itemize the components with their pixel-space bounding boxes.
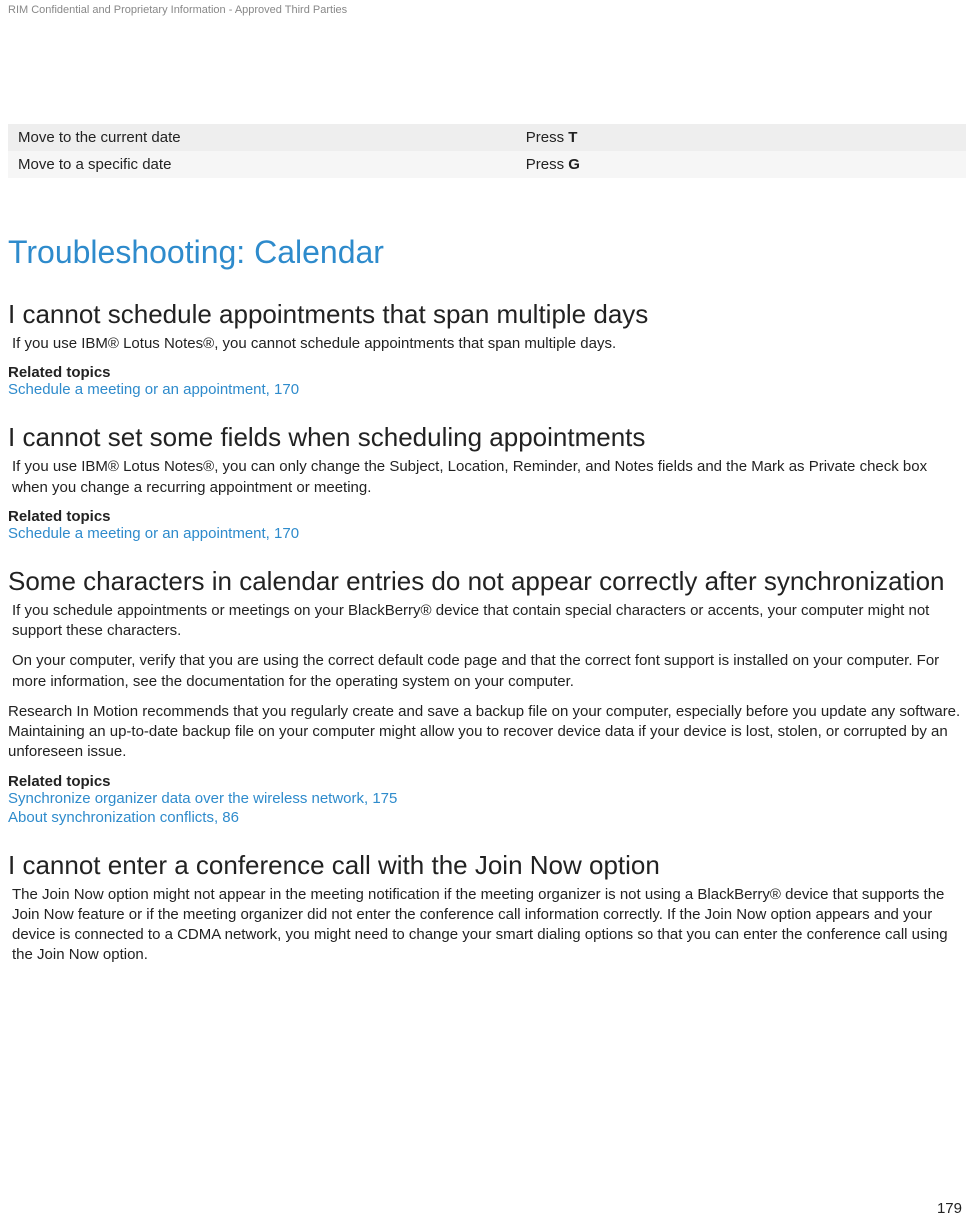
topic-heading: Some characters in calendar entries do n… <box>8 566 966 597</box>
confidential-header: RIM Confidential and Proprietary Informa… <box>0 0 974 16</box>
topic-heading: I cannot set some fields when scheduling… <box>8 422 966 453</box>
table-row: Move to the current date Press T <box>8 124 966 151</box>
shortcut-action: Move to a specific date <box>8 151 516 178</box>
topic-heading: I cannot schedule appointments that span… <box>8 299 966 330</box>
related-topics-label: Related topics <box>8 773 966 790</box>
shortcuts-table: Move to the current date Press T Move to… <box>8 124 966 178</box>
table-row: Move to a specific date Press G <box>8 151 966 178</box>
shortcut-key: G <box>568 156 580 173</box>
body-text: Research In Motion recommends that you r… <box>8 702 966 763</box>
related-topics-label: Related topics <box>8 364 966 381</box>
related-link[interactable]: Synchronize organizer data over the wire… <box>8 790 966 807</box>
body-text: If you use IBM® Lotus Notes®, you cannot… <box>12 334 966 354</box>
related-link[interactable]: Schedule a meeting or an appointment, 17… <box>8 525 966 542</box>
body-text: The Join Now option might not appear in … <box>12 885 966 966</box>
topic-heading: I cannot enter a conference call with th… <box>8 850 966 881</box>
related-link[interactable]: Schedule a meeting or an appointment, 17… <box>8 381 966 398</box>
shortcut-key-cell: Press T <box>516 124 966 151</box>
shortcut-action: Move to the current date <box>8 124 516 151</box>
body-text: On your computer, verify that you are us… <box>12 651 966 692</box>
page-number: 179 <box>937 1200 962 1217</box>
shortcut-key-prefix: Press <box>526 129 569 146</box>
related-link[interactable]: About synchronization conflicts, 86 <box>8 809 966 826</box>
body-text: If you schedule appointments or meetings… <box>12 601 966 642</box>
shortcut-key-prefix: Press <box>526 156 569 173</box>
page-content: Move to the current date Press T Move to… <box>0 16 974 984</box>
shortcut-key: T <box>568 129 577 146</box>
body-text: If you use IBM® Lotus Notes®, you can on… <box>12 457 966 498</box>
shortcut-key-cell: Press G <box>516 151 966 178</box>
section-title: Troubleshooting: Calendar <box>8 234 966 271</box>
related-topics-label: Related topics <box>8 508 966 525</box>
page: RIM Confidential and Proprietary Informa… <box>0 0 974 1227</box>
